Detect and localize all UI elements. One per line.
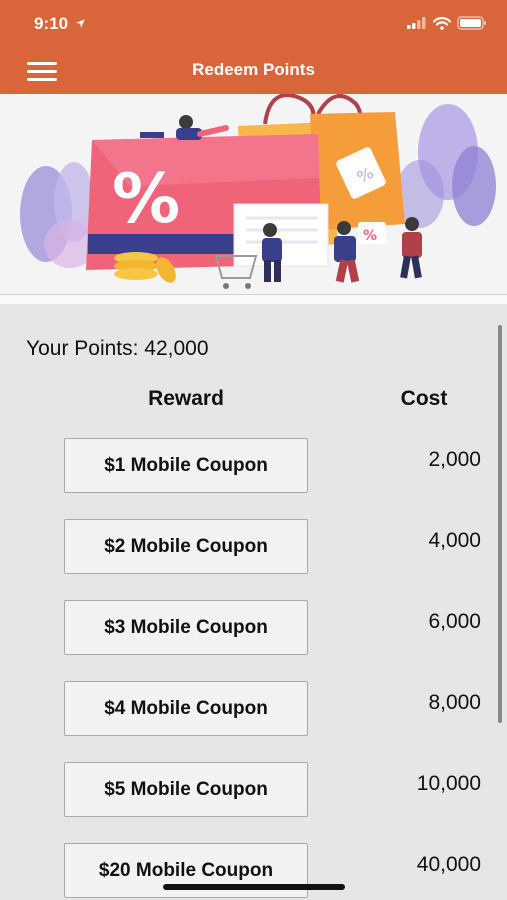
cost-column-header: Cost — [400, 387, 448, 410]
coupon-3-cost: 6,000 — [428, 610, 481, 633]
signal-icon — [407, 17, 426, 29]
status-bar: 9:10 — [0, 0, 507, 50]
battery-icon — [457, 16, 486, 30]
status-time: 9:10 — [34, 14, 86, 34]
reward-row: $1 Mobile Coupon 2,000 — [0, 438, 507, 494]
reward-row: $2 Mobile Coupon 4,000 — [0, 519, 507, 575]
vertical-scrollbar[interactable] — [498, 325, 502, 723]
banner-divider — [0, 294, 507, 304]
coupon-5-button[interactable]: $5 Mobile Coupon — [64, 762, 308, 817]
coupon-20-cost: 40,000 — [416, 853, 481, 876]
coupon-2-button[interactable]: $2 Mobile Coupon — [64, 519, 308, 574]
shopping-illustration: % % % — [20, 94, 496, 289]
coupon-3-button[interactable]: $3 Mobile Coupon — [64, 600, 308, 655]
coupon-4-button[interactable]: $4 Mobile Coupon — [64, 681, 308, 736]
reward-row: $5 Mobile Coupon 10,000 — [0, 762, 507, 818]
app-header: 9:10 Redeem Points — [0, 0, 507, 94]
reward-row: $20 Mobile Coupon 40,000 — [0, 843, 507, 899]
reward-column-header: Reward — [148, 387, 224, 410]
coupon-2-cost: 4,000 — [428, 529, 481, 552]
redeem-content: Your Points: 42,000 Reward Cost $1 Mobil… — [0, 305, 507, 900]
your-points-label: Your Points: 42,000 — [26, 337, 209, 360]
coupon-1-cost: 2,000 — [428, 448, 481, 471]
reward-row: $3 Mobile Coupon 6,000 — [0, 600, 507, 656]
reward-row: $4 Mobile Coupon 8,000 — [0, 681, 507, 737]
coupon-1-button[interactable]: $1 Mobile Coupon — [64, 438, 308, 493]
home-indicator[interactable] — [163, 884, 345, 890]
page-title: Redeem Points — [192, 60, 315, 79]
promo-banner-illustration: % % % — [0, 94, 507, 294]
status-icons — [407, 16, 487, 30]
coupon-4-cost: 8,000 — [428, 691, 481, 714]
svg-text:%: % — [112, 160, 180, 239]
status-time-text: 9:10 — [34, 14, 69, 33]
svg-text:%: % — [363, 228, 377, 244]
coupon-5-cost: 10,000 — [416, 772, 481, 795]
wifi-icon — [433, 16, 451, 30]
location-arrow-icon — [75, 19, 85, 28]
